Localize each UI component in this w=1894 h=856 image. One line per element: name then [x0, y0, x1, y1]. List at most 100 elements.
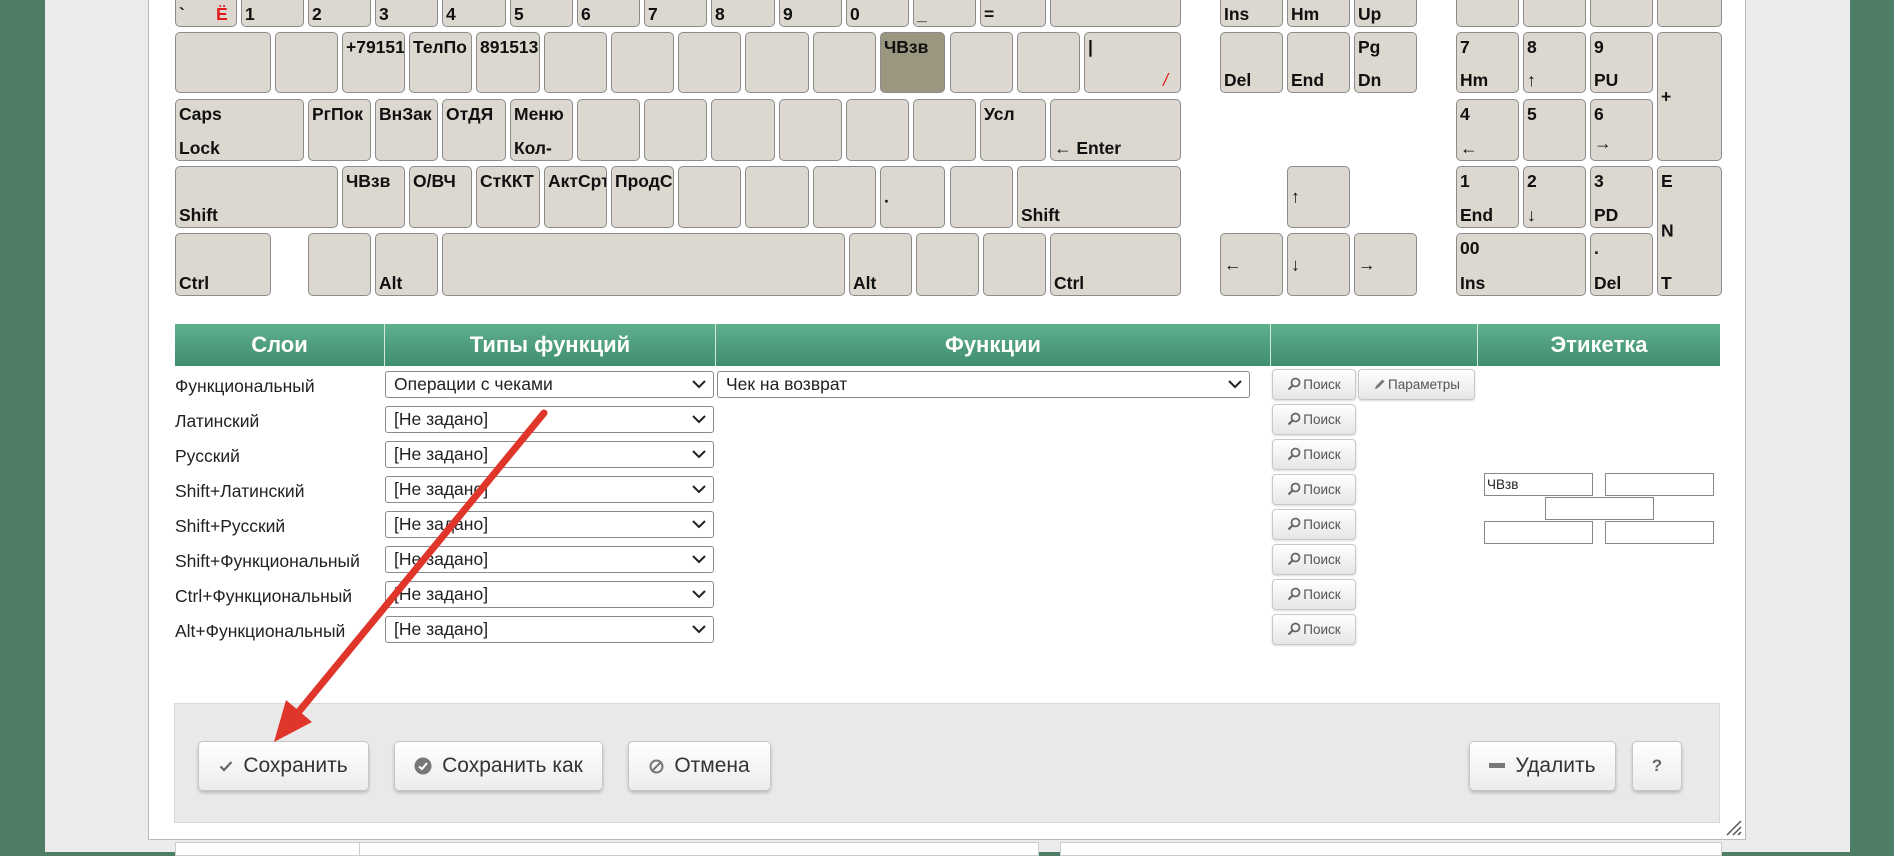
key-a[interactable]: РгПок [308, 99, 371, 161]
key-ctrl-left[interactable]: Ctrl [175, 233, 271, 296]
function-type-select[interactable]: Операции с чеками [385, 371, 714, 398]
key-equals[interactable]: = [980, 0, 1046, 27]
key-o[interactable] [813, 32, 876, 93]
key-menu[interactable] [983, 233, 1046, 296]
key-numlock[interactable] [1456, 0, 1519, 27]
key-d[interactable]: ОтДЯ [442, 99, 506, 161]
key-arrow-right[interactable]: → [1354, 233, 1417, 296]
search-button[interactable]: Поиск [1272, 439, 1356, 470]
key-num-1[interactable]: 1 End [1456, 166, 1519, 228]
key-arrow-left[interactable]: ← [1220, 233, 1283, 296]
key-minus[interactable]: _ [913, 0, 976, 27]
key-num-decimal[interactable]: . Del [1590, 233, 1653, 296]
delete-button[interactable]: Удалить [1469, 741, 1616, 791]
label-input-middle[interactable] [1545, 497, 1654, 520]
key-m[interactable] [745, 166, 809, 228]
save-as-button[interactable]: Сохранить как [394, 741, 603, 791]
label-input-bottom-right[interactable] [1605, 521, 1714, 544]
key-tab[interactable] [175, 32, 271, 93]
key-num-3[interactable]: 3 PD [1590, 166, 1653, 228]
key-r[interactable]: 891513 [476, 32, 540, 93]
key-num-2[interactable]: 2 ↓ [1523, 166, 1586, 228]
key-num-minus[interactable] [1657, 0, 1722, 27]
key-arrow-down[interactable]: ↓ [1287, 233, 1350, 296]
function-type-select[interactable]: [Не задано] [385, 406, 714, 433]
key-b[interactable]: ПродСр [611, 166, 674, 228]
label-input-top-left[interactable]: ЧВзв [1484, 473, 1593, 496]
key-page-down[interactable]: Pg Dn [1354, 32, 1417, 93]
function-type-select[interactable]: [Не задано] [385, 546, 714, 573]
key-page-up[interactable]: Up [1354, 0, 1417, 27]
key-backslash[interactable]: | / [1084, 32, 1181, 93]
key-x[interactable]: О/ВЧ [409, 166, 472, 228]
function-type-select[interactable]: [Не задано] [385, 511, 714, 538]
key-num-5[interactable]: 5 [1523, 99, 1586, 161]
key-k[interactable] [779, 99, 842, 161]
function-type-select[interactable]: [Не задано] [385, 581, 714, 608]
key-f[interactable]: Меню Кол- [510, 99, 573, 161]
key-period[interactable]: . [880, 166, 945, 228]
key-num-plus[interactable]: + [1657, 32, 1722, 161]
key-u[interactable] [678, 32, 741, 93]
search-button[interactable]: Поиск [1272, 614, 1356, 645]
key-num-9[interactable]: 9 PU [1590, 32, 1653, 93]
function-type-select[interactable]: [Не задано] [385, 616, 714, 643]
key-1[interactable]: 1 [241, 0, 304, 27]
key-7[interactable]: 7 [644, 0, 707, 27]
search-button[interactable]: Поиск [1272, 509, 1356, 540]
key-insert[interactable]: Ins [1220, 0, 1283, 27]
save-button[interactable]: Сохранить [198, 741, 369, 791]
key-v[interactable]: АктСрт [544, 166, 607, 228]
key-2[interactable]: 2 [308, 0, 371, 27]
key-comma[interactable] [813, 166, 876, 228]
key-shift-right[interactable]: Shift [1017, 166, 1181, 228]
key-t[interactable] [544, 32, 607, 93]
help-button[interactable]: ? [1632, 741, 1682, 791]
key-3[interactable]: 3 [375, 0, 438, 27]
label-input-top-right[interactable] [1605, 473, 1714, 496]
cancel-button[interactable]: Отмена [628, 741, 771, 791]
key-slash[interactable] [950, 166, 1013, 228]
key-backspace[interactable] [1050, 0, 1181, 27]
key-c[interactable]: СтККТ [476, 166, 540, 228]
search-button[interactable]: Поиск [1272, 369, 1356, 400]
key-num-7[interactable]: 7 Hm [1456, 32, 1519, 93]
key-alt-left[interactable]: Alt [375, 233, 438, 296]
key-enter[interactable]: ← Enter [1050, 99, 1181, 161]
key-num-8[interactable]: 8 ↑ [1523, 32, 1586, 93]
key-p-selected[interactable]: ЧВзв [880, 32, 945, 93]
parameters-button[interactable]: Параметры [1358, 369, 1475, 400]
key-space[interactable] [442, 233, 845, 296]
key-num-multiply[interactable] [1590, 0, 1653, 27]
key-num-6[interactable]: 6 → [1590, 99, 1653, 161]
key-h[interactable] [644, 99, 707, 161]
key-5[interactable]: 5 [510, 0, 573, 27]
label-input-bottom-left[interactable] [1484, 521, 1593, 544]
key-caps-lock[interactable]: Caps Lock [175, 99, 304, 161]
key-y[interactable] [611, 32, 674, 93]
key-z[interactable]: ЧВзв [342, 166, 405, 228]
search-button[interactable]: Поиск [1272, 474, 1356, 505]
key-backtick[interactable]: ` Ё [175, 0, 237, 27]
search-button[interactable]: Поиск [1272, 579, 1356, 610]
resize-grip-icon[interactable] [1724, 818, 1742, 836]
key-9[interactable]: 9 [779, 0, 842, 27]
key-win-right[interactable] [916, 233, 979, 296]
key-alt-right[interactable]: Alt [849, 233, 912, 296]
function-type-select[interactable]: [Не задано] [385, 441, 714, 468]
key-delete[interactable]: Del [1220, 32, 1283, 93]
function-select[interactable]: Чек на возврат [717, 371, 1250, 398]
key-s[interactable]: ВнЗак [375, 99, 438, 161]
function-type-select[interactable]: [Не задано] [385, 476, 714, 503]
key-end[interactable]: End [1287, 32, 1350, 93]
key-semicolon[interactable] [913, 99, 976, 161]
key-num-0[interactable]: 00 Ins [1456, 233, 1586, 296]
key-home[interactable]: Hm [1287, 0, 1350, 27]
key-w[interactable]: +79151 [342, 32, 405, 93]
key-8[interactable]: 8 [711, 0, 775, 27]
key-i[interactable] [745, 32, 809, 93]
search-button[interactable]: Поиск [1272, 404, 1356, 435]
key-arrow-up[interactable]: ↑ [1287, 166, 1350, 228]
search-button[interactable]: Поиск [1272, 544, 1356, 575]
key-num-enter[interactable]: E N T [1657, 166, 1722, 296]
